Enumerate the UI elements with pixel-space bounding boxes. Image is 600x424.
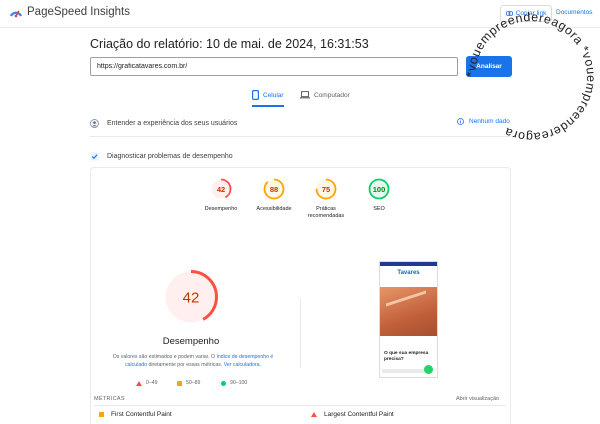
gauge-seo[interactable]: 100 SEO bbox=[354, 178, 404, 213]
legend-average-range: 50–89 bbox=[186, 380, 201, 386]
circle-icon bbox=[221, 380, 226, 386]
report-title: Criação do relatório: 10 de mai. de 2024… bbox=[90, 37, 369, 51]
tab-desktop-label: Computador bbox=[314, 91, 350, 99]
legend-pass-range: 90–100 bbox=[230, 380, 248, 386]
gauge-accessibility[interactable]: 88 Acessibilidade bbox=[249, 178, 299, 213]
diagnose-section-label: Diagnosticar problemas de desempenho bbox=[107, 152, 233, 160]
desc-text-2: diretamente por essas métricas. bbox=[147, 362, 224, 368]
laptop-icon bbox=[300, 91, 310, 99]
performance-title: Desempenho bbox=[162, 336, 220, 347]
gauge-ring-accessibility: 88 bbox=[263, 178, 285, 200]
gauge-ring-performance: 42 bbox=[210, 178, 232, 200]
square-icon bbox=[99, 412, 104, 417]
stamp-text: *vouempreendereagora *vouempreendereagor… bbox=[464, 10, 598, 144]
users-icon bbox=[90, 118, 99, 128]
gauge-ring-best-practices: 75 bbox=[315, 178, 337, 200]
pagespeed-logo-icon bbox=[9, 10, 23, 18]
divider bbox=[90, 136, 511, 137]
preview-hero-image bbox=[380, 287, 437, 336]
metric-fcp-label: First Contentful Paint bbox=[111, 411, 172, 418]
gauge-label-best-practices: Práticas recomendadas bbox=[307, 206, 345, 219]
gauge-value-seo: 100 bbox=[373, 185, 386, 194]
gauge-performance[interactable]: 42 Desempenho bbox=[196, 178, 246, 213]
performance-big-gauge: 42 bbox=[164, 270, 218, 324]
experience-section-header[interactable]: Entender a experiência dos seus usuários bbox=[90, 115, 511, 131]
performance-description: Os valores são estimados e podem variar.… bbox=[108, 353, 278, 369]
legend-fail-range: 0–49 bbox=[146, 380, 158, 386]
svg-text:*vouempreendereagora *vouempre: *vouempreendereagora *vouempreendereagor… bbox=[464, 10, 598, 144]
experience-section-label: Entender a experiência dos seus usuários bbox=[107, 119, 238, 127]
square-icon bbox=[177, 380, 182, 386]
desc-text-1: Os valores são estimados e podem variar.… bbox=[112, 354, 217, 360]
gauge-best-practices[interactable]: 75 Práticas recomendadas bbox=[301, 178, 351, 220]
whatsapp-icon bbox=[424, 365, 433, 374]
metric-fcp: First Contentful Paint bbox=[99, 411, 172, 418]
gauge-label-performance: Desempenho bbox=[204, 206, 238, 212]
gauge-label-seo: SEO bbox=[373, 206, 385, 212]
page-screenshot-preview: Tavares O que sua empresa precisa? bbox=[379, 261, 438, 378]
vertical-divider bbox=[300, 298, 301, 368]
preview-footer bbox=[382, 369, 428, 373]
gauge-ring-seo: 100 bbox=[368, 178, 390, 200]
legend-fail: 0–49 bbox=[136, 380, 158, 386]
metric-lcp-label: Largest Contentful Paint bbox=[324, 411, 394, 418]
url-input[interactable] bbox=[90, 57, 458, 76]
calculator-link[interactable]: Ver calculadora. bbox=[224, 362, 261, 368]
triangle-icon bbox=[311, 412, 317, 417]
smartphone-icon bbox=[252, 90, 259, 100]
gauge-value-performance: 42 bbox=[217, 185, 225, 194]
tab-mobile[interactable]: Celular bbox=[252, 89, 284, 107]
metrics-heading: MÉTRICAS bbox=[94, 396, 125, 402]
expand-view-link[interactable]: Abrir visualização bbox=[456, 396, 499, 402]
metrics-divider bbox=[94, 405, 506, 406]
legend-pass: 90–100 bbox=[221, 380, 247, 386]
gauge-value-accessibility: 88 bbox=[270, 185, 278, 194]
diagnose-section-header[interactable]: Diagnosticar problemas de desempenho bbox=[90, 148, 511, 164]
gauge-label-accessibility: Acessibilidade bbox=[256, 206, 292, 212]
tab-desktop[interactable]: Computador bbox=[300, 89, 350, 107]
performance-big-score: 42 bbox=[183, 290, 200, 307]
preview-logo: Tavares bbox=[397, 270, 420, 276]
gauge-value-best-practices: 75 bbox=[322, 185, 330, 194]
legend-average: 50–89 bbox=[177, 380, 200, 386]
circular-text-stamp: *vouempreendereagora *vouempreendereagor… bbox=[464, 10, 598, 144]
triangle-icon bbox=[136, 380, 142, 386]
preview-caption: O que sua empresa precisa? bbox=[384, 351, 429, 362]
tab-mobile-label: Celular bbox=[263, 91, 284, 99]
metric-lcp: Largest Contentful Paint bbox=[311, 411, 394, 418]
diagnostics-icon bbox=[90, 151, 99, 161]
app-name: PageSpeed Insights bbox=[27, 6, 130, 18]
